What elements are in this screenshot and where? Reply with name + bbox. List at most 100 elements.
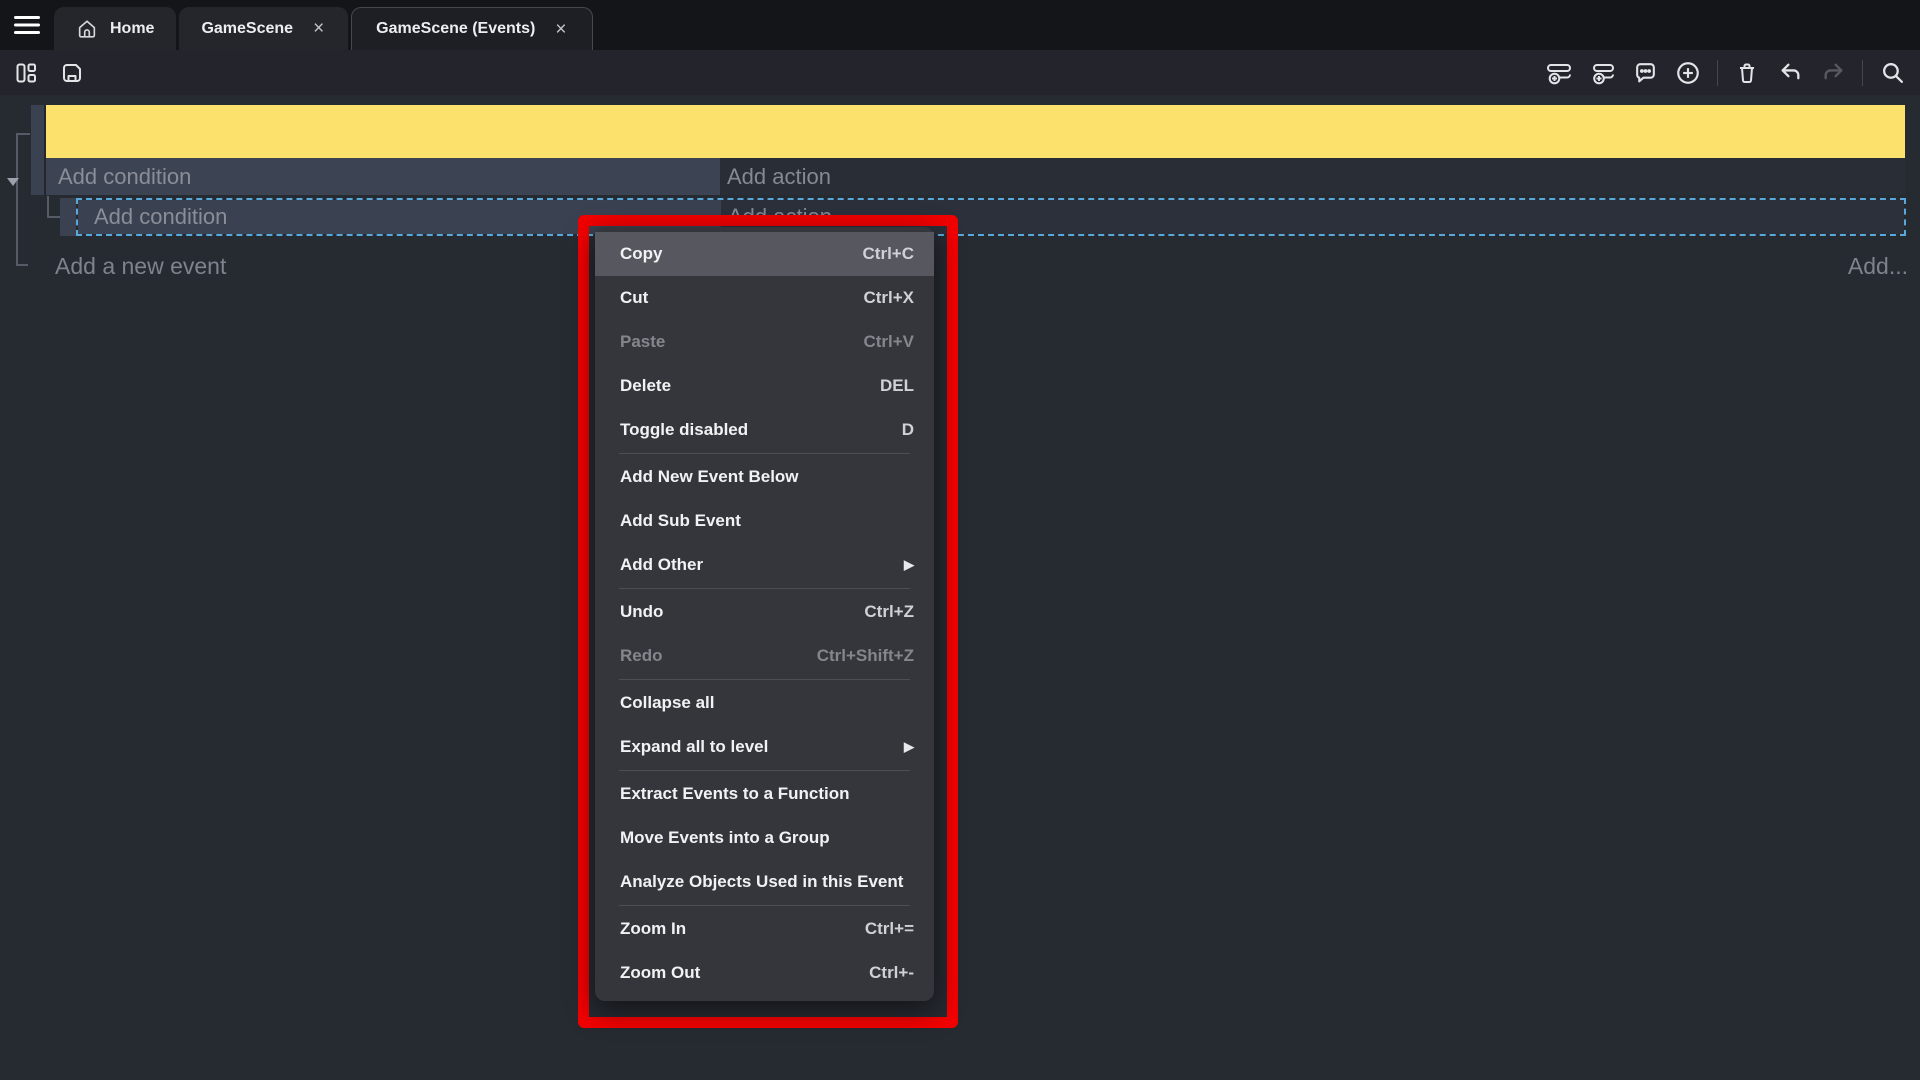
add-new-event-button[interactable]: Add a new event <box>55 251 226 281</box>
tab-label: GameScene (Events) <box>376 20 535 38</box>
toolbar-left-group <box>12 50 86 95</box>
menu-item-label: Add Sub Event <box>620 511 914 531</box>
menu-item-label: Move Events into a Group <box>620 828 914 848</box>
menu-item-add-new-event-below[interactable]: Add New Event Below <box>595 455 934 499</box>
menu-item-label: Collapse all <box>620 693 914 713</box>
menu-item-shortcut: Ctrl+V <box>863 332 914 352</box>
add-sub-event-button[interactable] <box>1588 59 1616 87</box>
menu-item-label: Redo <box>620 646 817 666</box>
redo-button <box>1819 59 1847 87</box>
delete-button[interactable] <box>1733 59 1761 87</box>
trash-icon <box>1735 61 1759 85</box>
menu-item-shortcut: Ctrl+Shift+Z <box>817 646 914 666</box>
add-other-event-icon <box>1675 60 1701 86</box>
menu-item-label: Toggle disabled <box>620 420 902 440</box>
menu-item-toggle-disabled[interactable]: Toggle disabled D <box>595 408 934 452</box>
menu-item-shortcut: Ctrl+- <box>869 963 914 983</box>
add-event-button[interactable] <box>1545 59 1573 87</box>
menu-item-extract-events-to-function[interactable]: Extract Events to a Function <box>595 772 934 816</box>
tab-bar: Home GameScene × GameScene (Events) × <box>0 0 1920 50</box>
menu-item-label: Add New Event Below <box>620 467 914 487</box>
search-button[interactable] <box>1878 59 1906 87</box>
undo-icon <box>1778 60 1803 85</box>
tab-home[interactable]: Home <box>54 7 176 50</box>
home-icon <box>76 18 98 40</box>
menu-item-copy[interactable]: Copy Ctrl+C <box>595 232 934 276</box>
menu-item-collapse-all[interactable]: Collapse all <box>595 681 934 725</box>
search-icon <box>1880 60 1905 85</box>
add-other-event-button[interactable] <box>1674 59 1702 87</box>
menu-item-label: Expand all to level <box>620 737 894 757</box>
add-event-icon <box>1546 60 1572 86</box>
events-sheet: Add condition Add action Add condition A… <box>0 95 1920 1080</box>
menu-item-label: Copy <box>620 244 863 264</box>
redo-icon <box>1821 60 1846 85</box>
menu-item-analyze-objects[interactable]: Analyze Objects Used in this Event <box>595 860 934 904</box>
close-tab-icon[interactable]: × <box>553 20 568 39</box>
menu-item-expand-all-to-level[interactable]: Expand all to level ▶ <box>595 725 934 769</box>
tab-label: GameScene <box>201 20 293 38</box>
menu-item-move-events-into-group[interactable]: Move Events into a Group <box>595 816 934 860</box>
menu-item-zoom-in[interactable]: Zoom In Ctrl+= <box>595 907 934 951</box>
comment-event[interactable] <box>46 105 1905 158</box>
submenu-arrow-icon: ▶ <box>904 739 914 755</box>
sub-event-gutter[interactable] <box>60 198 76 236</box>
menu-item-shortcut: Ctrl+C <box>863 244 914 264</box>
toolbar-divider <box>1717 60 1718 86</box>
tree-line <box>47 216 60 218</box>
menu-separator <box>619 588 910 589</box>
menu-item-cut[interactable]: Cut Ctrl+X <box>595 276 934 320</box>
menu-item-shortcut: DEL <box>880 376 914 396</box>
event-gutter[interactable] <box>31 105 46 195</box>
tree-line <box>47 196 49 218</box>
add-condition-button[interactable]: Add condition <box>46 158 720 195</box>
menu-item-label: Zoom In <box>620 919 865 939</box>
tab-gamescene-events[interactable]: GameScene (Events) × <box>351 7 593 50</box>
hamburger-menu-icon[interactable] <box>0 0 54 50</box>
add-comment-button[interactable] <box>1631 59 1659 87</box>
project-manager-icon <box>14 61 38 85</box>
tree-line <box>16 133 30 135</box>
collapse-event-caret-icon[interactable] <box>7 178 19 186</box>
selected-sub-event-row[interactable]: Add condition Add action <box>76 198 1906 236</box>
menu-item-add-sub-event[interactable]: Add Sub Event <box>595 499 934 543</box>
submenu-arrow-icon: ▶ <box>904 557 914 573</box>
menu-item-label: Zoom Out <box>620 963 869 983</box>
menu-item-label: Add Other <box>620 555 894 575</box>
project-manager-button[interactable] <box>12 59 40 87</box>
menu-separator <box>619 770 910 771</box>
tree-line <box>16 264 28 266</box>
add-action-button[interactable]: Add action <box>720 158 1905 195</box>
add-more-button[interactable]: Add... <box>1848 251 1908 281</box>
tab-gamescene[interactable]: GameScene × <box>179 7 348 50</box>
close-tab-icon[interactable]: × <box>311 19 326 38</box>
undo-button[interactable] <box>1776 59 1804 87</box>
add-comment-icon <box>1633 60 1658 85</box>
save-icon <box>60 61 84 85</box>
gdevelop-window: Home GameScene × GameScene (Events) × <box>0 0 1920 1080</box>
menu-item-shortcut: Ctrl+Z <box>864 602 914 622</box>
hamburger-glyph <box>14 15 40 35</box>
menu-item-label: Undo <box>620 602 864 622</box>
menu-item-shortcut: Ctrl+X <box>863 288 914 308</box>
events-toolbar: Preview Publish <box>0 50 1920 95</box>
menu-item-shortcut: Ctrl+= <box>865 919 914 939</box>
menu-item-zoom-out[interactable]: Zoom Out Ctrl+- <box>595 951 934 995</box>
menu-separator <box>619 453 910 454</box>
toolbar-divider <box>1862 60 1863 86</box>
menu-item-add-other[interactable]: Add Other ▶ <box>595 543 934 587</box>
menu-item-label: Paste <box>620 332 863 352</box>
save-button[interactable] <box>58 59 86 87</box>
menu-item-shortcut: D <box>902 420 914 440</box>
toolbar-right-group <box>1545 50 1906 95</box>
menu-item-label: Delete <box>620 376 880 396</box>
menu-item-delete[interactable]: Delete DEL <box>595 364 934 408</box>
tab-label: Home <box>110 20 154 38</box>
menu-item-paste: Paste Ctrl+V <box>595 320 934 364</box>
context-menu: Copy Ctrl+C Cut Ctrl+X Paste Ctrl+V Dele… <box>595 227 934 1001</box>
add-sub-event-icon <box>1589 60 1615 86</box>
menu-item-undo[interactable]: Undo Ctrl+Z <box>595 590 934 634</box>
menu-separator <box>619 679 910 680</box>
tree-line <box>16 133 18 265</box>
menu-item-label: Analyze Objects Used in this Event <box>620 872 914 892</box>
